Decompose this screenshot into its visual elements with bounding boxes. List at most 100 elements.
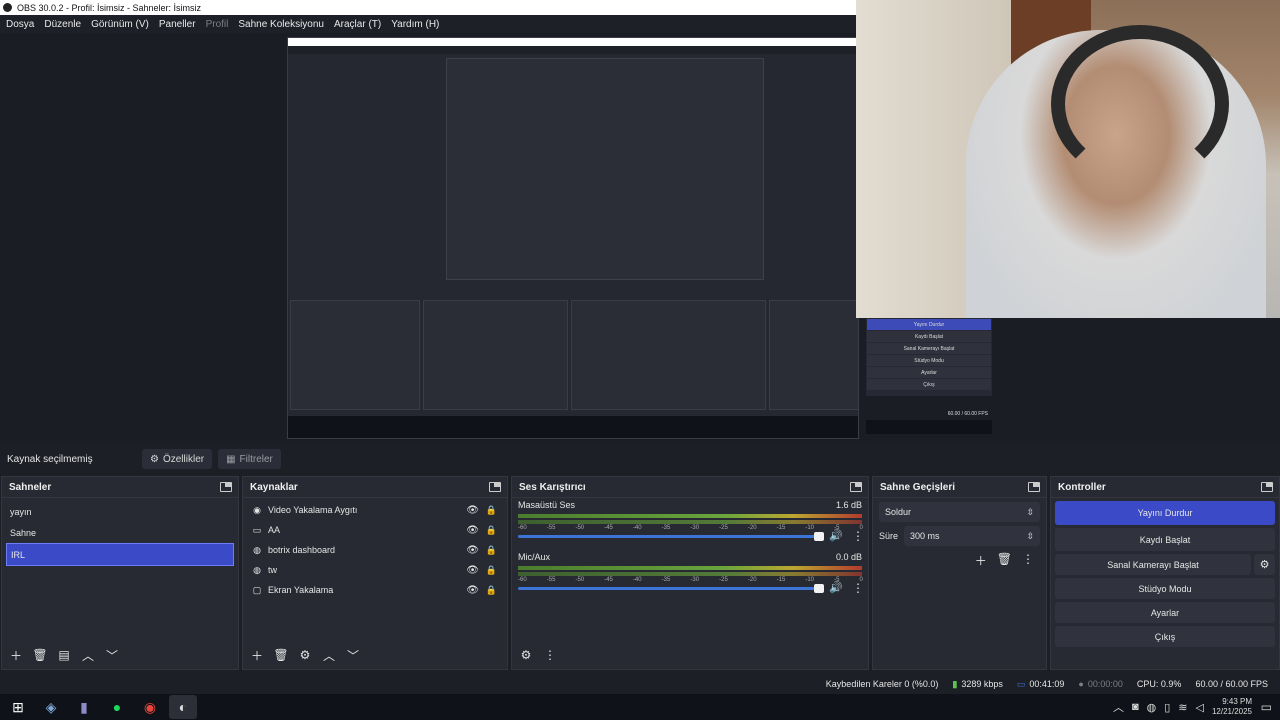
filter-icon[interactable]: ▤: [54, 645, 74, 665]
nested-stop-stream: Yayını Durdur: [867, 319, 991, 330]
notification-icon[interactable]: ▭: [1261, 700, 1272, 714]
popout-icon[interactable]: [850, 482, 862, 492]
add-icon[interactable]: ＋: [975, 552, 987, 569]
chrome-icon[interactable]: ◉: [136, 695, 164, 719]
windows-start-icon[interactable]: ⊞: [4, 695, 32, 719]
obs-icon[interactable]: ◐: [169, 695, 197, 719]
source-label: Video Yakalama Aygıtı: [268, 505, 358, 515]
meter-scale: -60 -55 -50 -45 -40 -35 -30 -25 -20 -15 -10 -5 0: [518, 525, 863, 531]
popout-icon[interactable]: [1261, 482, 1273, 492]
windows-taskbar: ⊞ ◈ ▮ ● ◉ ◐ ︿ ◙ ◍ ▯ ≋ ◁ 9:43 PM 12/21/20…: [0, 694, 1280, 720]
eye-icon[interactable]: 👁: [466, 565, 479, 576]
menu-view[interactable]: Görünüm (V): [91, 19, 149, 30]
arrow-up-icon[interactable]: ︿: [78, 645, 98, 665]
start-recording-button[interactable]: Kaydı Başlat: [1055, 528, 1275, 551]
lock-icon[interactable]: 🔒: [486, 565, 497, 576]
speaker-icon[interactable]: 🔊: [829, 529, 843, 542]
scale-tick: -50: [575, 577, 585, 583]
source-item[interactable]: ◍ tw 👁 🔒: [243, 560, 507, 580]
add-icon[interactable]: ＋: [247, 645, 267, 665]
speaker-icon[interactable]: ◁: [1195, 701, 1203, 714]
globe-icon: ◍: [253, 544, 261, 555]
scene-item-yayin[interactable]: yayın: [2, 501, 238, 522]
menu-tools[interactable]: Araçlar (T): [334, 19, 381, 30]
clock[interactable]: 9:43 PM 12/21/2025: [1212, 697, 1252, 717]
channel-db: 1.6 dB: [835, 500, 862, 510]
trash-icon[interactable]: 🗑: [271, 645, 291, 665]
volume-slider[interactable]: [518, 532, 824, 541]
spinner-icon[interactable]: ⇳: [1026, 531, 1034, 542]
transition-select[interactable]: Soldur ⇳: [879, 502, 1040, 522]
dropped-frames: Kaybedilen Kareler 0 (%0.0): [825, 679, 939, 689]
duration-spinbox[interactable]: 300 ms ⇳: [904, 526, 1040, 546]
popout-icon[interactable]: [1028, 482, 1040, 492]
scale-tick: -40: [632, 525, 642, 531]
more-options-icon[interactable]: ⋮: [852, 581, 864, 595]
exit-button[interactable]: Çıkış: [1055, 626, 1275, 647]
webcam-headset: [1051, 25, 1229, 183]
eye-icon[interactable]: 👁: [466, 545, 479, 556]
advanced-audio-icon[interactable]: ⚙: [516, 645, 536, 665]
chevron-up-icon[interactable]: ︿: [1113, 699, 1124, 715]
add-icon[interactable]: ＋: [6, 645, 26, 665]
wifi-icon[interactable]: ≋: [1178, 701, 1187, 714]
menu-help[interactable]: Yardım (H): [391, 19, 439, 30]
trash-icon[interactable]: 🗑: [30, 645, 50, 665]
arrow-down-icon[interactable]: ﹀: [343, 645, 363, 665]
lock-icon[interactable]: 🔒: [486, 505, 497, 516]
menu-edit[interactable]: Düzenle: [44, 19, 81, 30]
menu-profile[interactable]: Profil: [206, 19, 229, 30]
eye-icon[interactable]: 👁: [466, 525, 479, 536]
nested-controls: Yayını Durdur Kaydı Başlat Sanal Kameray…: [866, 318, 992, 396]
discord-icon[interactable]: ◙: [1132, 701, 1139, 713]
lock-icon[interactable]: 🔒: [486, 525, 497, 536]
sources-header: Kaynaklar: [243, 477, 507, 498]
settings-button[interactable]: Ayarlar: [1055, 602, 1275, 623]
source-item[interactable]: ▭ AA 👁 🔒: [243, 520, 507, 540]
gear-icon[interactable]: ⚙: [295, 645, 315, 665]
mixer-channel-desktop: Masaüstü Ses 1.6 dB -60 -55 -50 -45 -40 -35 -3…: [512, 498, 868, 550]
eye-icon[interactable]: 👁: [466, 505, 479, 516]
scene-item-sahne[interactable]: Sahne: [2, 522, 238, 543]
properties-button[interactable]: ⚙ Özellikler: [142, 449, 213, 469]
popout-icon[interactable]: [220, 482, 232, 492]
popout-icon[interactable]: [489, 482, 501, 492]
volume-slider[interactable]: [518, 584, 824, 593]
more-options-icon[interactable]: ⋮: [1022, 552, 1034, 569]
source-item[interactable]: ◉ Video Yakalama Aygıtı 👁 🔒: [243, 500, 507, 520]
eye-icon[interactable]: 👁: [466, 585, 479, 596]
scene-item-irl[interactable]: IRL: [6, 543, 234, 566]
spinner-icon: ⇳: [1026, 506, 1034, 517]
lock-icon[interactable]: 🔒: [486, 545, 497, 556]
window-icon: ▭: [252, 524, 262, 535]
source-item[interactable]: ▢ Ekran Yakalama 👁 🔒: [243, 580, 507, 600]
menu-docks[interactable]: Paneller: [159, 19, 196, 30]
steam-icon[interactable]: ◍: [1147, 701, 1157, 714]
speaker-icon[interactable]: 🔊: [829, 581, 843, 594]
source-item[interactable]: ◍ botrix dashboard 👁 🔒: [243, 540, 507, 560]
arrow-up-icon[interactable]: ︿: [319, 645, 339, 665]
gear-icon[interactable]: ⚙: [1254, 554, 1275, 575]
volume-slider-handle[interactable]: [814, 584, 824, 593]
menu-scene-collection[interactable]: Sahne Koleksiyonu: [238, 19, 324, 30]
stop-stream-button[interactable]: Yayını Durdur: [1055, 501, 1275, 525]
volume-slider-handle[interactable]: [814, 532, 824, 541]
app-icon[interactable]: ◈: [37, 695, 65, 719]
filters-label: Filtreler: [239, 453, 273, 465]
arrow-down-icon[interactable]: ﹀: [102, 645, 122, 665]
filters-button[interactable]: ▦ Filtreler: [218, 449, 281, 469]
microphone-icon[interactable]: ▯: [1164, 701, 1170, 714]
lock-icon[interactable]: 🔒: [486, 585, 497, 596]
app-icon[interactable]: ▮: [70, 695, 98, 719]
more-options-icon[interactable]: ⋮: [852, 529, 864, 543]
scale-tick: -50: [575, 525, 585, 531]
nested-settings: Ayarlar: [867, 367, 991, 378]
volume-meter: [518, 514, 862, 518]
spotify-icon[interactable]: ●: [103, 695, 131, 719]
virtual-cam-button[interactable]: Sanal Kamerayı Başlat: [1055, 554, 1251, 575]
menu-file[interactable]: Dosya: [6, 19, 34, 30]
volume-meter: [518, 566, 862, 570]
studio-mode-button[interactable]: Stüdyo Modu: [1055, 578, 1275, 599]
trash-icon[interactable]: 🗑: [997, 552, 1012, 569]
more-options-icon[interactable]: ⋮: [540, 645, 560, 665]
